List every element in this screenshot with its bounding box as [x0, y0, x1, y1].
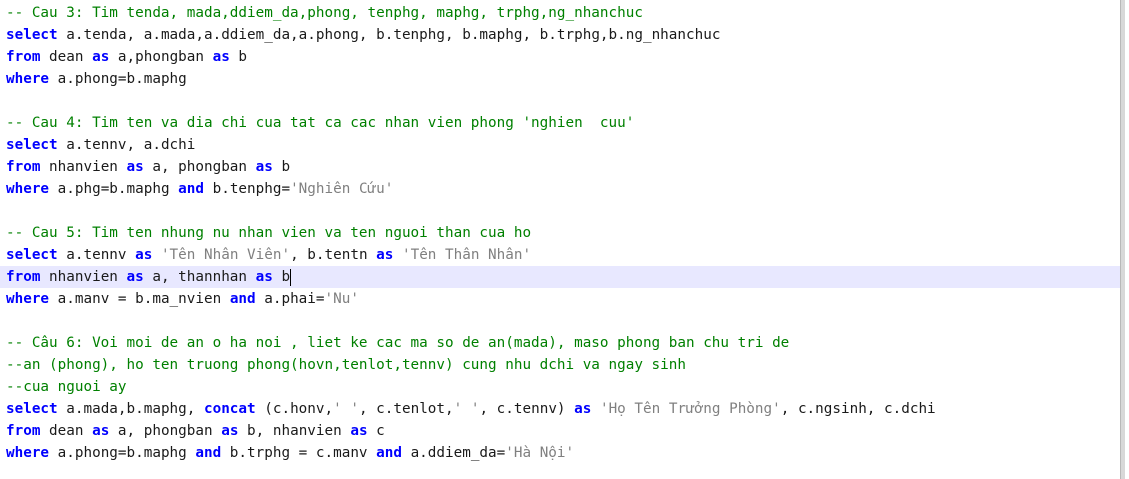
- string-literal-token: ' ': [333, 401, 359, 417]
- keyword-token: from: [6, 49, 41, 65]
- comment-token: -- Cau 3: Tim tenda, mada,ddiem_da,phong…: [6, 5, 643, 21]
- sql-editor[interactable]: -- Cau 3: Tim tenda, mada,ddiem_da,phong…: [0, 0, 1125, 479]
- keyword-token: select: [6, 27, 58, 43]
- code-line[interactable]: where a.phg=b.maphg and b.tenphg='Nghiên…: [6, 178, 393, 200]
- code-text-token: a.mada,b.maphg,: [57, 401, 204, 417]
- code-text-token: a.phong=b.maphg: [49, 445, 196, 461]
- keyword-token: select: [6, 137, 58, 153]
- keyword-token: as: [255, 269, 273, 285]
- code-line[interactable]: --an (phong), ho ten truong phong(hovn,t…: [6, 354, 686, 376]
- code-text-token: a.phai=: [255, 291, 325, 307]
- code-line[interactable]: -- Cau 4: Tim ten va dia chi cua tat ca …: [6, 112, 634, 134]
- code-line[interactable]: select a.tennv as 'Tên Nhân Viên', b.ten…: [6, 244, 531, 266]
- keyword-token: as: [350, 423, 368, 439]
- keyword-token: as: [126, 269, 144, 285]
- keyword-token: and: [229, 291, 256, 307]
- code-line[interactable]: from nhanvien as a, thannhan as b: [6, 266, 292, 288]
- keyword-token: where: [6, 291, 50, 307]
- code-line[interactable]: where a.phong=b.maphg and b.trphg = c.ma…: [6, 442, 574, 464]
- keyword-token: where: [6, 445, 50, 461]
- code-text-token: , c.ngsinh, c.dchi: [780, 401, 936, 417]
- code-text-token: a.manv = b.ma_nvien: [49, 291, 230, 307]
- keyword-token: as: [92, 49, 110, 65]
- string-literal-token: 'Tên Thân Nhân': [401, 247, 532, 263]
- code-text-token: b, nhanvien: [238, 423, 351, 439]
- string-literal-token: 'Tên Nhân Viên': [160, 247, 291, 263]
- code-text-token: b: [272, 269, 291, 285]
- code-line[interactable]: -- Cau 5: Tim ten nhung nu nhan vien va …: [6, 222, 531, 244]
- code-text-token: nhanvien: [40, 269, 127, 285]
- keyword-token: select: [6, 247, 58, 263]
- keyword-token: from: [6, 269, 41, 285]
- keyword-token: as: [126, 159, 144, 175]
- code-text-token: a, phongban: [109, 423, 222, 439]
- keyword-token: where: [6, 71, 50, 87]
- string-literal-token: ' ': [453, 401, 480, 417]
- code-text-token: a.tennv, a.dchi: [57, 137, 196, 153]
- keyword-token: and: [195, 445, 222, 461]
- code-line[interactable]: --cua nguoi ay: [6, 376, 127, 398]
- vertical-scrollbar[interactable]: [1120, 0, 1125, 479]
- comment-token: -- Cau 5: Tim ten nhung nu nhan vien va …: [6, 225, 532, 241]
- code-line[interactable]: from nhanvien as a, phongban as b: [6, 156, 290, 178]
- keyword-token: where: [6, 181, 50, 197]
- code-line[interactable]: select a.tennv, a.dchi: [6, 134, 195, 156]
- code-text-token: , c.tenlot,: [358, 401, 454, 417]
- code-text-token: b.trphg = c.manv: [221, 445, 377, 461]
- keyword-token: as: [92, 423, 110, 439]
- keyword-token: as: [574, 401, 592, 417]
- code-text-token: dean: [40, 423, 93, 439]
- keyword-token: as: [255, 159, 273, 175]
- code-text-token: (c.honv,: [255, 401, 334, 417]
- code-text-token: a.ddiem_da=: [401, 445, 506, 461]
- keyword-token: from: [6, 159, 41, 175]
- code-text-token: a.tenda, a.mada,a.ddiem_da,a.phong, b.te…: [57, 27, 721, 43]
- keyword-token: as: [221, 423, 239, 439]
- code-text-token: b: [229, 49, 248, 65]
- code-text-token: a.tennv: [57, 247, 136, 263]
- keyword-token: as: [376, 247, 394, 263]
- comment-token: -- Cau 4: Tim ten va dia chi cua tat ca …: [6, 115, 635, 131]
- code-text-token: a, thannhan: [143, 269, 256, 285]
- code-text-token: a,phongban: [109, 49, 213, 65]
- comment-token: --cua nguoi ay: [6, 379, 127, 395]
- code-line[interactable]: from dean as a, phongban as b, nhanvien …: [6, 420, 385, 442]
- text-caret: [290, 268, 292, 286]
- code-line[interactable]: where a.phong=b.maphg: [6, 68, 187, 90]
- comment-token: -- Câu 6: Voi moi de an o ha noi , liet …: [6, 335, 790, 351]
- keyword-token: as: [212, 49, 230, 65]
- code-text-token: c: [367, 423, 385, 439]
- keyword-token: and: [178, 181, 204, 197]
- code-text-token: a, phongban: [143, 159, 256, 175]
- keyword-token: from: [6, 423, 41, 439]
- code-line[interactable]: -- Cau 3: Tim tenda, mada,ddiem_da,phong…: [6, 2, 643, 24]
- code-text-token: b.tenphg=: [204, 181, 291, 197]
- code-line[interactable]: select a.tenda, a.mada,a.ddiem_da,a.phon…: [6, 24, 720, 46]
- keyword-token: concat: [203, 401, 256, 417]
- code-text-token: , b.tentn: [290, 247, 377, 263]
- code-text-token: a.phong=b.maphg: [49, 71, 187, 87]
- keyword-token: select: [6, 401, 58, 417]
- comment-token: --an (phong), ho ten truong phong(hovn,t…: [6, 357, 686, 373]
- string-literal-token: 'Nu': [324, 291, 359, 307]
- code-text-token: b: [272, 159, 291, 175]
- code-text-token: nhanvien: [40, 159, 127, 175]
- code-line[interactable]: select a.mada,b.maphg, concat (c.honv,' …: [6, 398, 936, 420]
- code-text-token: , c.tennv): [479, 401, 575, 417]
- code-line[interactable]: where a.manv = b.ma_nvien and a.phai='Nu…: [6, 288, 359, 310]
- keyword-token: and: [376, 445, 402, 461]
- code-text-token: dean: [40, 49, 93, 65]
- string-literal-token: 'Nghiên Cứu': [290, 181, 394, 197]
- code-text-token: a.phg=b.maphg: [49, 181, 179, 197]
- string-literal-token: 'Họ Tên Trưởng Phòng': [599, 401, 781, 417]
- code-line[interactable]: -- Câu 6: Voi moi de an o ha noi , liet …: [6, 332, 789, 354]
- string-literal-token: 'Hà Nội': [505, 445, 575, 461]
- keyword-token: as: [135, 247, 153, 263]
- code-line[interactable]: from dean as a,phongban as b: [6, 46, 247, 68]
